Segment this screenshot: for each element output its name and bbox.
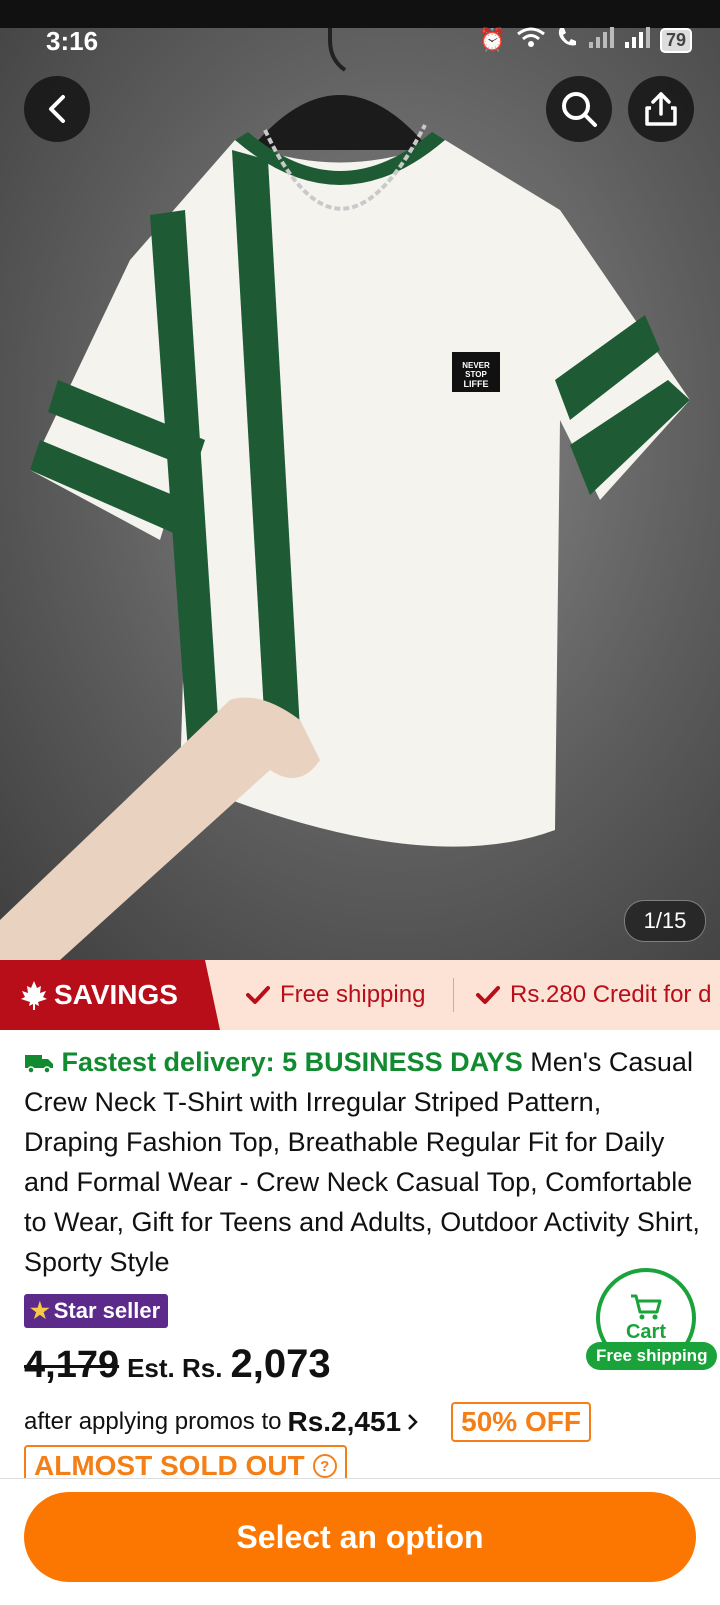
back-button[interactable] (24, 76, 90, 142)
cart-label: Cart (625, 1320, 666, 1343)
star-icon: ★ (30, 1298, 50, 1323)
delivery-badge: Fastest delivery: 5 BUSINESS DAYS (24, 1047, 523, 1077)
status-icons: ⏰ 79 (479, 26, 692, 54)
product-info: Fastest delivery: 5 BUSINESS DAYS Men's … (24, 1042, 700, 1282)
svg-text:LIFFE: LIFFE (464, 379, 489, 389)
perk-label: Free shipping (280, 981, 426, 1008)
delivery-text: Fastest delivery: 5 BUSINESS DAYS (61, 1047, 523, 1077)
est-label: Est. Rs. (127, 1353, 223, 1383)
status-bar: 3:16 ⏰ 79 (0, 22, 720, 62)
call-icon (556, 26, 578, 54)
estimated-price: 2,073 (230, 1342, 331, 1386)
promo-row[interactable]: after applying promos to Rs.2,451 50% OF… (24, 1402, 591, 1442)
star-seller-badge[interactable]: ★ Star seller (24, 1294, 169, 1328)
star-seller-label: Star seller (53, 1298, 161, 1323)
original-price: 4,179 (24, 1344, 120, 1386)
help-icon: ? (312, 1454, 337, 1478)
chevron-left-icon (49, 95, 65, 123)
svg-text:NEVER: NEVER (462, 361, 490, 370)
perk-free-shipping: Free shipping (246, 960, 425, 1030)
discount-badge: 50% OFF (451, 1402, 591, 1442)
chevron-right-icon (408, 1414, 418, 1430)
signal-icon-2 (624, 26, 650, 54)
signal-icon-1 (588, 26, 614, 54)
status-time: 3:16 (46, 26, 99, 56)
maple-leaf-icon (21, 981, 47, 1010)
product-image: NEVER STOP LIFFE (0, 0, 690, 960)
price-row: 4,179 Est. Rs. 2,073 (24, 1342, 331, 1387)
product-image-gallery[interactable]: NEVER STOP LIFFE 3:16 ⏰ 79 1/15 (0, 0, 720, 960)
search-button[interactable] (546, 76, 612, 142)
perk-divider (453, 978, 454, 1012)
savings-banner[interactable]: SAVINGS Free shipping Rs.280 Credit for … (0, 960, 720, 1030)
check-icon (246, 986, 270, 1004)
cart-free-shipping-badge: Free shipping (586, 1342, 718, 1370)
svg-text:STOP: STOP (465, 370, 487, 379)
product-title: Fastest delivery: 5 BUSINESS DAYS Men's … (24, 1042, 700, 1282)
promo-text: after applying promos to (24, 1408, 282, 1435)
battery-indicator: 79 (659, 27, 692, 53)
share-button[interactable] (628, 76, 694, 142)
image-counter: 1/15 (624, 900, 706, 942)
cart-icon (631, 1294, 662, 1319)
product-title-text: Men's Casual Crew Neck T-Shirt with Irre… (24, 1047, 700, 1277)
savings-label: SAVINGS (54, 979, 178, 1010)
share-icon (645, 92, 677, 126)
select-option-button[interactable]: Select an option (24, 1492, 696, 1582)
wifi-icon (516, 26, 546, 54)
promo-price: Rs.2,451 (287, 1406, 402, 1437)
savings-tag: SAVINGS (0, 960, 220, 1030)
perk-label: Rs.280 Credit for d (510, 981, 712, 1008)
alarm-icon: ⏰ (478, 27, 506, 52)
perk-credit: Rs.280 Credit for d (476, 960, 711, 1030)
check-icon (476, 986, 500, 1004)
truck-icon (25, 1055, 53, 1074)
search-icon (562, 92, 597, 127)
